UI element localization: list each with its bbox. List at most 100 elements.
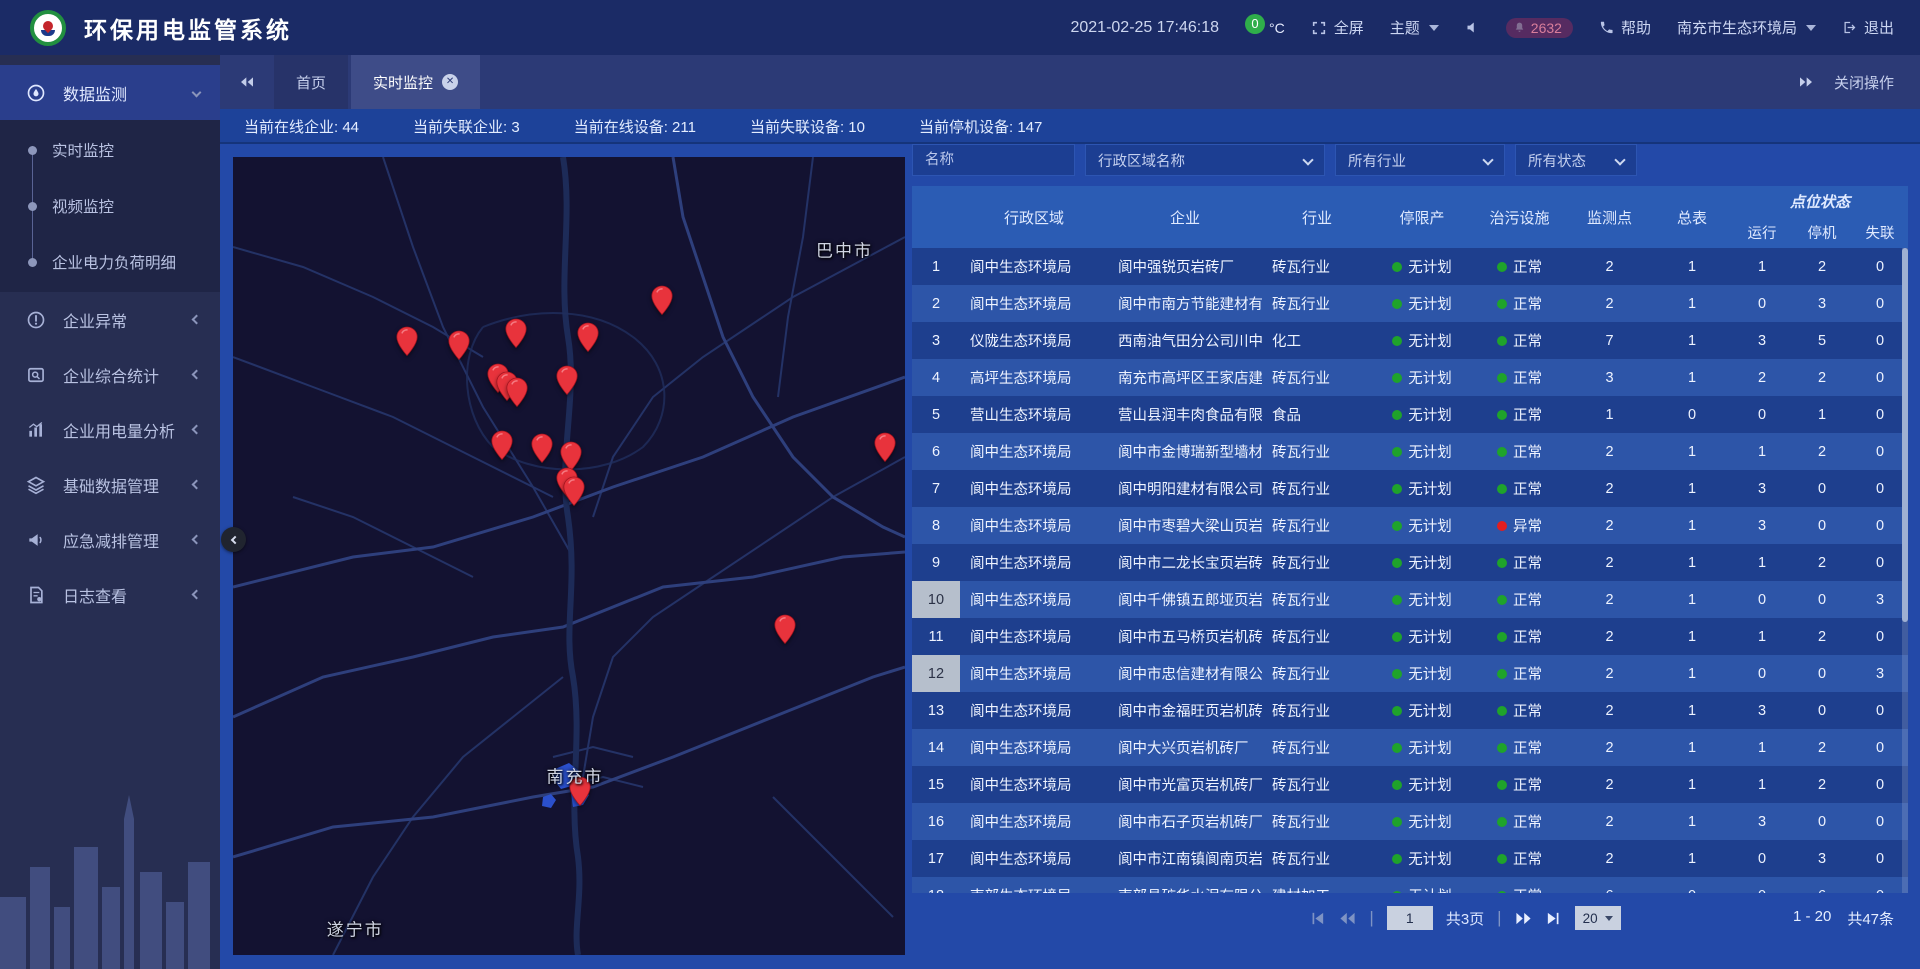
table-row[interactable]: 3仪陇生态环境局西南油气田分公司川中化工无计划正常71350 — [912, 322, 1908, 359]
cell-monitor-points: 6 — [1567, 877, 1652, 893]
table-row[interactable]: 5营山生态环境局营山县润丰肉食品有限食品无计划正常10010 — [912, 396, 1908, 433]
mute-button[interactable] — [1465, 20, 1480, 35]
page-size-select[interactable]: 20 — [1575, 906, 1621, 930]
status-dot-green — [1497, 447, 1507, 457]
cell-lost: 0 — [1852, 470, 1908, 507]
cell-running: 0 — [1732, 655, 1792, 692]
map-canvas[interactable]: 巴中市南充市遂宁市 — [233, 157, 905, 955]
cell-limit-production: 无计划 — [1372, 359, 1472, 396]
map-pin[interactable] — [395, 326, 419, 357]
cell-pollution-facility: 正常 — [1472, 581, 1567, 618]
help-button[interactable]: 帮助 — [1599, 17, 1651, 38]
table-row[interactable]: 13阆中生态环境局阆中市金福旺页岩机砖砖瓦行业无计划正常21300 — [912, 692, 1908, 729]
table-row[interactable]: 18南部生态环境局南部县砿华水泥有限公建材加工无计划正常60060 — [912, 877, 1908, 893]
map-collapse-button[interactable] — [221, 527, 246, 552]
sidebar-subitem-video-monitor[interactable]: 视频监控 — [0, 178, 220, 234]
row-number-cell: 9 — [912, 544, 960, 581]
last-page-button[interactable] — [1545, 910, 1562, 927]
cell-total-meters: 1 — [1652, 507, 1732, 544]
map-pin[interactable] — [555, 365, 579, 396]
table-row[interactable]: 7阆中生态环境局阆中明阳建材有限公司砖瓦行业无计划正常21300 — [912, 470, 1908, 507]
first-page-button[interactable] — [1309, 910, 1326, 927]
tabs-scroll-left-button[interactable] — [220, 55, 274, 109]
table-row[interactable]: 9阆中生态环境局阆中市二龙长宝页岩砖砖瓦行业无计划正常21120 — [912, 544, 1908, 581]
table-row[interactable]: 10阆中生态环境局阆中千佛镇五郎垭页岩砖瓦行业无计划正常21003 — [912, 581, 1908, 618]
region-select[interactable]: 行政区域名称 — [1085, 144, 1325, 176]
industry-select[interactable]: 所有行业 — [1335, 144, 1505, 176]
map-city-label: 遂宁市 — [327, 915, 384, 940]
limit-production-value: 无计划 — [1408, 367, 1452, 388]
status-dot-green — [1497, 632, 1507, 642]
status-dot-green — [1497, 484, 1507, 494]
map-panel[interactable]: 巴中市南充市遂宁市 — [233, 157, 905, 955]
map-pin[interactable] — [490, 430, 514, 461]
sidebar-subitem-power-load-detail[interactable]: 企业电力负荷明细 — [0, 234, 220, 290]
row-number-cell: 1 — [912, 248, 960, 285]
map-pin[interactable] — [650, 285, 674, 316]
fullscreen-button[interactable]: 全屏 — [1311, 17, 1364, 38]
prev-page-button[interactable] — [1339, 910, 1356, 927]
cell-industry: 建材加工 — [1262, 877, 1372, 893]
sidebar-subitem-realtime-monitor[interactable]: 实时监控 — [0, 122, 220, 178]
cell-company: 阆中市光富页岩机砖厂 — [1108, 766, 1262, 803]
table-row[interactable]: 2阆中生态环境局阆中市南方节能建材有砖瓦行业无计划正常21030 — [912, 285, 1908, 322]
cell-industry: 砖瓦行业 — [1262, 507, 1372, 544]
close-actions-button[interactable]: 关闭操作 — [1834, 72, 1894, 93]
logout-button[interactable]: 退出 — [1842, 17, 1894, 38]
user-menu[interactable]: 南充市生态环境局 — [1677, 17, 1816, 38]
cell-region: 高坪生态环境局 — [960, 359, 1108, 396]
region-select-value: 行政区域名称 — [1098, 150, 1185, 171]
cell-pollution-facility: 正常 — [1472, 840, 1567, 877]
sidebar-item-base-data-management[interactable]: 基础数据管理 — [0, 457, 220, 512]
map-pin[interactable] — [505, 377, 529, 408]
sidebar-item-enterprise-statistics[interactable]: 企业综合统计 — [0, 347, 220, 402]
table-row[interactable]: 17阆中生态环境局阆中市江南镇阆南页岩砖瓦行业无计划正常21030 — [912, 840, 1908, 877]
table-row[interactable]: 8阆中生态环境局阆中市枣碧大梁山页岩砖瓦行业无计划异常21300 — [912, 507, 1908, 544]
table-row[interactable]: 6阆中生态环境局阆中市金博瑞新型墙材砖瓦行业无计划正常21120 — [912, 433, 1908, 470]
pollution-facility-value: 正常 — [1513, 589, 1542, 610]
cell-limit-production: 无计划 — [1372, 840, 1472, 877]
cell-monitor-points: 2 — [1567, 507, 1652, 544]
total-pages-label: 共3页 — [1446, 908, 1484, 929]
tab-realtime-monitor[interactable]: 实时监控✕ — [351, 55, 480, 109]
name-search-input[interactable] — [912, 144, 1075, 176]
page-number-input[interactable]: 1 — [1387, 906, 1433, 930]
tab-home[interactable]: 首页 — [274, 55, 348, 109]
cell-total-meters: 1 — [1652, 581, 1732, 618]
table-scrollbar[interactable] — [1902, 248, 1908, 893]
table-row[interactable]: 11阆中生态环境局阆中市五马桥页岩机砖砖瓦行业无计划正常21120 — [912, 618, 1908, 655]
row-number-cell: 17 — [912, 840, 960, 877]
map-pin[interactable] — [576, 322, 600, 353]
status-dot-green — [1392, 262, 1402, 272]
map-pin[interactable] — [447, 330, 471, 361]
table-row[interactable]: 1阆中生态环境局阆中强锐页岩砖厂砖瓦行业无计划正常21120 — [912, 248, 1908, 285]
table-row[interactable]: 4高坪生态环境局南充市高坪区王家店建砖瓦行业无计划正常31220 — [912, 359, 1908, 396]
chevron-left-icon — [192, 315, 202, 325]
table-row[interactable]: 12阆中生态环境局阆中市忠信建材有限公砖瓦行业无计划正常21003 — [912, 655, 1908, 692]
notification-badge[interactable]: 2632 — [1506, 18, 1573, 38]
map-pin[interactable] — [562, 476, 586, 507]
sidebar-item-power-usage-analysis[interactable]: 企业用电量分析 — [0, 402, 220, 457]
sidebar-item-emergency-reduction[interactable]: 应急减排管理 — [0, 512, 220, 567]
tabs-scroll-right-button[interactable] — [1798, 74, 1814, 90]
table-row[interactable]: 15阆中生态环境局阆中市光富页岩机砖厂砖瓦行业无计划正常21120 — [912, 766, 1908, 803]
double-left-arrow-icon — [1339, 910, 1356, 927]
sidebar-item-enterprise-abnormal[interactable]: 企业异常 — [0, 292, 220, 347]
map-pin[interactable] — [773, 614, 797, 645]
table-row[interactable]: 16阆中生态环境局阆中市石子页岩机砖厂砖瓦行业无计划正常21300 — [912, 803, 1908, 840]
tab-bar: 首页实时监控✕ 关闭操作 — [220, 55, 1920, 109]
sidebar-item-data-monitor[interactable]: 数据监测 — [0, 65, 220, 120]
table-scrollbar-thumb[interactable] — [1902, 248, 1908, 622]
map-pin[interactable] — [504, 318, 528, 349]
cell-region: 阆中生态环境局 — [960, 766, 1108, 803]
map-pin[interactable] — [530, 433, 554, 464]
theme-dropdown[interactable]: 主题 — [1390, 17, 1439, 38]
datetime-display: 2021-02-25 17:46:18 — [1070, 19, 1219, 37]
status-select[interactable]: 所有状态 — [1515, 144, 1637, 176]
map-pin[interactable] — [873, 432, 897, 463]
table-row[interactable]: 14阆中生态环境局阆中大兴页岩机砖厂砖瓦行业无计划正常21120 — [912, 729, 1908, 766]
cell-stopped: 0 — [1792, 470, 1852, 507]
next-page-button[interactable] — [1515, 910, 1532, 927]
sidebar-item-log-view[interactable]: 日志查看 — [0, 567, 220, 622]
tab-close-icon[interactable]: ✕ — [442, 74, 458, 90]
